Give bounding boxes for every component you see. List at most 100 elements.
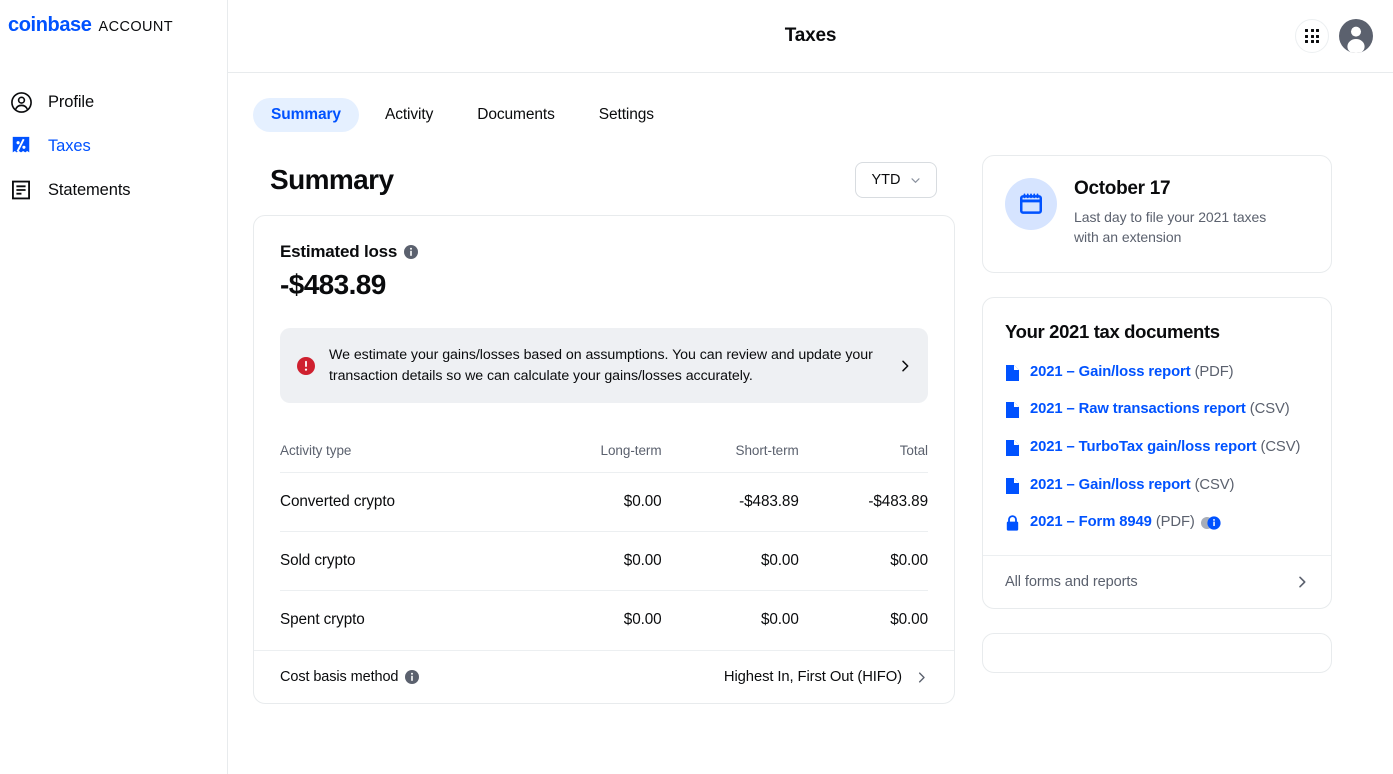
cell-short-term: $0.00 xyxy=(661,531,799,591)
user-circle-icon xyxy=(9,90,33,114)
cell-short-term: -$483.89 xyxy=(661,472,799,532)
chevron-right-icon xyxy=(918,672,925,683)
document-link[interactable]: 2021 – TurboTax gain/loss report xyxy=(1030,439,1257,455)
tab-summary[interactable]: Summary xyxy=(253,98,359,132)
cost-basis-value: Highest In, First Out (HIFO) xyxy=(723,669,902,686)
table-header-row: Activity type Long-term Short-term Total xyxy=(280,443,928,473)
tax-deadline-title: October 17 xyxy=(1074,178,1171,199)
document-label: 2021 – Gain/loss report (PDF) xyxy=(1030,363,1234,383)
tab-settings[interactable]: Settings xyxy=(581,98,672,132)
column-header-long-term: Long-term xyxy=(600,443,662,459)
list-item[interactable]: 2021 – Gain/loss report (PDF) xyxy=(1005,363,1309,383)
body-columns: Summary YTD Estimated loss -$483.89 We e… xyxy=(228,132,1373,774)
cell-long-term: $0.00 xyxy=(529,531,662,591)
sidebar-item-taxes[interactable]: Taxes xyxy=(0,124,227,168)
content-region: Summary Activity Documents Settings Summ… xyxy=(228,73,1393,774)
table-row: Converted crypto $0.00 -$483.89 -$483.89 xyxy=(280,472,928,532)
mouse-cursor-icon xyxy=(1200,515,1221,530)
error-exclamation-icon xyxy=(297,356,315,375)
tab-bar: Summary Activity Documents Settings xyxy=(228,73,1373,132)
table-head: Activity type Long-term Short-term Total xyxy=(280,443,928,473)
document-format: (PDF) xyxy=(1194,363,1234,380)
list-item[interactable]: 2021 – Raw transactions report (CSV) xyxy=(1005,400,1309,420)
sidebar-nav: Profile Taxes Statements xyxy=(0,80,227,212)
sidebar-item-statements[interactable]: Statements xyxy=(0,168,227,212)
cost-basis-row[interactable]: Cost basis method Highest In, First Out … xyxy=(254,650,954,703)
list-item[interactable]: 2021 – TurboTax gain/loss report (CSV) xyxy=(1005,438,1309,458)
tax-deadline-card: October 17 Last day to file your 2021 ta… xyxy=(982,155,1332,273)
document-link[interactable]: 2021 – Gain/loss report xyxy=(1030,477,1191,493)
sidebar-item-label: Statements xyxy=(48,180,131,199)
chevron-right-icon xyxy=(902,360,909,372)
tab-activity[interactable]: Activity xyxy=(367,98,451,132)
document-link[interactable]: 2021 – Form 8949 xyxy=(1030,514,1152,530)
list-item[interactable]: 2021 – Gain/loss report (CSV) xyxy=(1005,476,1309,496)
brand-coinbase-text: coinbase xyxy=(8,14,92,36)
estimate-disclaimer-text: We estimate your gains/losses based on a… xyxy=(329,347,873,384)
table-row: Sold crypto $0.00 $0.00 $0.00 xyxy=(280,531,928,591)
document-link[interactable]: 2021 – Gain/loss report xyxy=(1030,364,1191,380)
cell-activity-type: Spent crypto xyxy=(280,590,530,651)
summary-card: Estimated loss -$483.89 We estimate your… xyxy=(253,215,955,705)
info-icon[interactable] xyxy=(404,245,419,259)
document-format: (CSV) xyxy=(1249,401,1290,418)
avatar[interactable] xyxy=(1339,19,1373,53)
file-icon xyxy=(1005,401,1021,419)
chevron-down-icon xyxy=(910,177,920,183)
cell-total: $0.00 xyxy=(798,531,928,591)
tax-receipt-icon xyxy=(9,134,33,158)
calendar-icon-wrap xyxy=(1005,178,1057,230)
sidebar: coinbase ACCOUNT Profile Taxes Statement… xyxy=(0,0,228,774)
list-item[interactable]: 2021 – Form 8949 (PDF) xyxy=(1005,513,1309,533)
cell-short-term: $0.00 xyxy=(661,590,799,651)
period-select-value: YTD xyxy=(871,172,901,188)
estimate-disclaimer-banner[interactable]: We estimate your gains/losses based on a… xyxy=(280,328,928,404)
main-region: Taxes Summary Activity Documents Setting… xyxy=(228,0,1393,774)
file-icon xyxy=(1005,364,1021,382)
tax-deadline-text: October 17 Last day to file your 2021 ta… xyxy=(1074,178,1289,248)
lock-icon xyxy=(1005,514,1021,532)
cell-total: -$483.89 xyxy=(798,472,928,532)
tax-deadline-subtitle: Last day to file your 2021 taxes with an… xyxy=(1074,209,1267,245)
file-icon xyxy=(1005,439,1021,457)
cell-total: $0.00 xyxy=(798,590,928,651)
brand-logo[interactable]: coinbase ACCOUNT xyxy=(0,0,227,47)
cost-basis-right: Highest In, First Out (HIFO) xyxy=(724,669,928,685)
document-format: (PDF) xyxy=(1155,514,1195,531)
cost-basis-left: Cost basis method xyxy=(280,669,420,686)
column-header-short-term: Short-term xyxy=(735,443,799,459)
topbar-actions xyxy=(1295,19,1373,53)
page-title: Taxes xyxy=(784,25,837,46)
document-link[interactable]: 2021 – Raw transactions report xyxy=(1030,401,1246,417)
cell-long-term: $0.00 xyxy=(529,590,662,651)
document-label: 2021 – TurboTax gain/loss report (CSV) xyxy=(1030,438,1300,458)
topbar: Taxes xyxy=(228,0,1393,73)
tax-documents-title: Your 2021 tax documents xyxy=(1005,320,1220,342)
all-forms-and-reports-row[interactable]: All forms and reports xyxy=(983,555,1331,608)
estimated-loss-header: Estimated loss xyxy=(280,242,928,262)
activity-summary-table: Activity type Long-term Short-term Total… xyxy=(280,443,928,651)
document-label: 2021 – Raw transactions report (CSV) xyxy=(1030,400,1290,420)
document-format: (CSV) xyxy=(1260,439,1301,456)
apps-grid-button[interactable] xyxy=(1295,19,1329,53)
calendar-icon xyxy=(1020,193,1042,214)
tax-documents-card: Your 2021 tax documents 2021 – Gain/loss… xyxy=(982,296,1332,610)
sidepanel-column: October 17 Last day to file your 2021 ta… xyxy=(982,155,1332,774)
document-format: (CSV) xyxy=(1194,476,1235,493)
table-row: Spent crypto $0.00 $0.00 $0.00 xyxy=(280,590,928,651)
estimated-loss-value: -$483.89 xyxy=(280,269,386,300)
cell-long-term: $0.00 xyxy=(529,472,662,532)
sidebar-item-label: Profile xyxy=(48,92,95,111)
info-icon[interactable] xyxy=(405,670,420,685)
tax-documents-list: 2021 – Gain/loss report (PDF) 2021 – Raw… xyxy=(1005,363,1309,533)
period-select[interactable]: YTD xyxy=(855,162,937,198)
sidebar-item-profile[interactable]: Profile xyxy=(0,80,227,124)
apps-grid-icon xyxy=(1305,29,1319,43)
tab-documents[interactable]: Documents xyxy=(459,98,573,132)
badge-wrap xyxy=(1200,515,1222,530)
cell-activity-type: Converted crypto xyxy=(280,472,530,532)
column-header-activity-type: Activity type xyxy=(280,443,352,459)
estimated-loss-label: Estimated loss xyxy=(280,242,398,261)
cost-basis-label: Cost basis method xyxy=(280,669,399,686)
summary-card-body: Estimated loss -$483.89 We estimate your… xyxy=(254,216,954,651)
